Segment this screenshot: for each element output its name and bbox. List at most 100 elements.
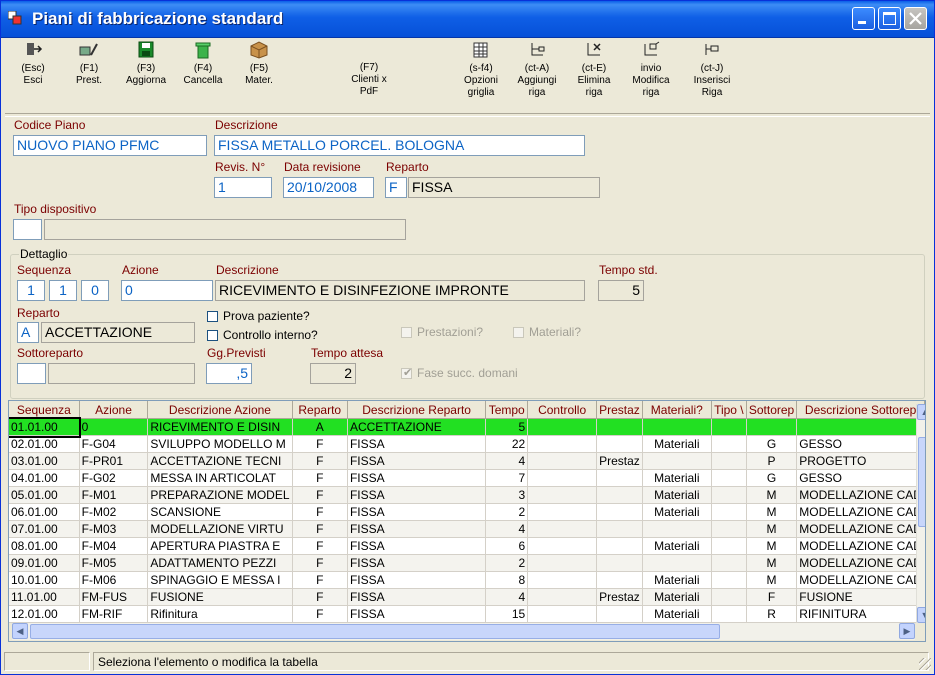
table-cell[interactable]: 2: [485, 554, 529, 572]
table-row[interactable]: 11.01.00 FM-FUS FUSIONE F FISSA 4 Prestaz Mater…: [9, 588, 925, 606]
scroll-down-button[interactable]: ▼: [917, 607, 925, 623]
table-cell[interactable]: [527, 520, 598, 538]
table-cell[interactable]: Materiali: [642, 588, 712, 606]
codice-piano-field[interactable]: NUOVO PIANO PFMC: [13, 135, 207, 156]
table-row[interactable]: 02.01.00 F-G04 SVILUPPO MODELLO M F FISSA 22 M…: [9, 435, 925, 453]
table-cell[interactable]: [527, 452, 598, 470]
table-cell[interactable]: F: [292, 486, 348, 504]
table-cell[interactable]: 4: [485, 520, 529, 538]
table-cell[interactable]: FM-FUS: [79, 588, 149, 606]
table-cell[interactable]: 3: [485, 486, 529, 504]
grid-col-header[interactable]: Descrizione Azione: [147, 401, 293, 419]
table-cell[interactable]: 4: [485, 452, 529, 470]
table-cell[interactable]: PROGETTO: [796, 452, 925, 470]
table-cell[interactable]: [642, 520, 712, 538]
dettaglio-reparto-code-field[interactable]: A: [17, 322, 39, 343]
table-row[interactable]: 09.01.00 F-M05 ADATTAMENTO PEZZI F FISSA 2 M MO…: [9, 554, 925, 572]
table-cell[interactable]: GESSO: [796, 435, 925, 453]
table-cell[interactable]: M: [746, 520, 798, 538]
table-cell[interactable]: 06.01.00: [9, 503, 80, 521]
resize-grip-icon[interactable]: [919, 658, 931, 670]
table-cell[interactable]: SPINAGGIO E MESSA I: [147, 571, 293, 589]
materials-button[interactable]: (F5) Mater.: [239, 38, 279, 110]
reparto-code-field[interactable]: F: [385, 177, 407, 198]
sequenza-3-field[interactable]: 0: [81, 280, 109, 301]
table-cell[interactable]: Materiali: [642, 469, 712, 487]
table-row[interactable]: 06.01.00 F-M02 SCANSIONE F FISSA 2 Materiali M M…: [9, 503, 925, 521]
scroll-right-button[interactable]: ▶: [899, 623, 915, 639]
table-cell[interactable]: RICEVIMENTO E DISIN: [147, 418, 293, 436]
add-row-button[interactable]: (ct-A) Aggiungi riga: [513, 38, 561, 110]
prestazioni-checkbox[interactable]: Prestazioni?: [401, 325, 483, 339]
table-cell[interactable]: 01.01.00: [9, 416, 82, 438]
prova-paziente-checkbox[interactable]: Prova paziente?: [207, 309, 310, 323]
table-row[interactable]: 03.01.00 F-PR01 ACCETTAZIONE TECNI F FISSA 4 P…: [9, 452, 925, 470]
table-cell[interactable]: [596, 418, 643, 436]
grid-col-header[interactable]: Sequenza: [9, 401, 80, 419]
tipo-dispositivo-code-field[interactable]: [13, 219, 42, 240]
table-cell[interactable]: F: [292, 469, 348, 487]
table-cell[interactable]: F-M01: [79, 486, 149, 504]
delete-button[interactable]: (F4) Cancella: [180, 38, 226, 110]
table-cell[interactable]: 15: [485, 605, 529, 623]
table-cell[interactable]: [746, 418, 798, 436]
table-cell[interactable]: Materiali: [642, 605, 712, 623]
table-cell[interactable]: APERTURA PIASTRA E: [147, 537, 293, 555]
table-cell[interactable]: FM-RIF: [79, 605, 149, 623]
table-cell[interactable]: M: [746, 554, 798, 572]
table-cell[interactable]: F-M04: [79, 537, 149, 555]
table-cell[interactable]: MODELLAZIONE CAD: [796, 554, 925, 572]
edit-row-button[interactable]: invio Modifica riga: [626, 38, 676, 110]
table-cell[interactable]: [711, 452, 747, 470]
table-cell[interactable]: M: [746, 503, 798, 521]
table-cell[interactable]: F-G02: [79, 469, 149, 487]
table-cell[interactable]: F: [746, 588, 798, 606]
table-cell[interactable]: 08.01.00: [9, 537, 80, 555]
table-cell[interactable]: [596, 537, 643, 555]
table-cell[interactable]: RIFINITURA: [796, 605, 925, 623]
table-cell[interactable]: MODELLAZIONE CAD: [796, 503, 925, 521]
scroll-left-button[interactable]: ◀: [12, 623, 28, 639]
clients-pdf-button[interactable]: (F7) Clienti x PdF: [343, 62, 395, 134]
data-revisione-field[interactable]: 20/10/2008: [283, 177, 374, 198]
table-cell[interactable]: [596, 486, 643, 504]
table-cell[interactable]: F: [292, 520, 348, 538]
table-cell[interactable]: [527, 571, 598, 589]
table-cell[interactable]: FISSA: [347, 503, 487, 521]
vertical-scrollbar[interactable]: ▲ ▼: [916, 404, 925, 623]
table-cell[interactable]: [527, 435, 598, 453]
table-cell[interactable]: MESSA IN ARTICOLAT: [147, 469, 293, 487]
table-row[interactable]: 10.01.00 F-M06 SPINAGGIO E MESSA I F FISSA 8 M…: [9, 571, 925, 589]
grid-col-header[interactable]: Tipo \: [711, 401, 747, 419]
table-cell[interactable]: F: [292, 605, 348, 623]
minimize-button[interactable]: [852, 7, 875, 30]
table-row[interactable]: 05.01.00 F-M01 PREPARAZIONE MODEL F FISSA 3 Ma…: [9, 486, 925, 504]
grid-col-header[interactable]: Controllo: [527, 401, 598, 419]
table-cell[interactable]: MODELLAZIONE CAD: [796, 537, 925, 555]
table-cell[interactable]: FUSIONE: [796, 588, 925, 606]
table-cell[interactable]: 2: [485, 503, 529, 521]
grid-col-header[interactable]: Azione: [79, 401, 149, 419]
table-cell[interactable]: Materiali: [642, 571, 712, 589]
table-cell[interactable]: FISSA: [347, 520, 487, 538]
vertical-scroll-thumb[interactable]: [918, 437, 925, 527]
sottoreparto-code-field[interactable]: [17, 363, 46, 384]
table-cell[interactable]: Rifinitura: [147, 605, 293, 623]
table-cell[interactable]: FISSA: [347, 435, 487, 453]
grid-col-header[interactable]: Sottorep: [746, 401, 798, 419]
table-cell[interactable]: A: [292, 418, 348, 436]
grid-col-header[interactable]: Materiali?: [642, 401, 712, 419]
table-cell[interactable]: [596, 435, 643, 453]
gg-previsti-field[interactable]: ,5: [206, 363, 252, 384]
table-cell[interactable]: [711, 554, 747, 572]
table-row[interactable]: 04.01.00 F-G02 MESSA IN ARTICOLAT F FISSA 7 Ma…: [9, 469, 925, 487]
table-cell[interactable]: [796, 418, 925, 436]
table-cell[interactable]: Prestaz: [596, 452, 643, 470]
table-cell[interactable]: M: [746, 486, 798, 504]
controllo-interno-checkbox[interactable]: Controllo interno?: [207, 328, 318, 342]
table-cell[interactable]: F: [292, 503, 348, 521]
table-cell[interactable]: [527, 486, 598, 504]
fase-succ-checkbox[interactable]: ✔ Fase succ. domani: [401, 366, 518, 380]
table-row[interactable]: 08.01.00 F-M04 APERTURA PIASTRA E F FISSA 6 Ma…: [9, 537, 925, 555]
table-cell[interactable]: [711, 469, 747, 487]
